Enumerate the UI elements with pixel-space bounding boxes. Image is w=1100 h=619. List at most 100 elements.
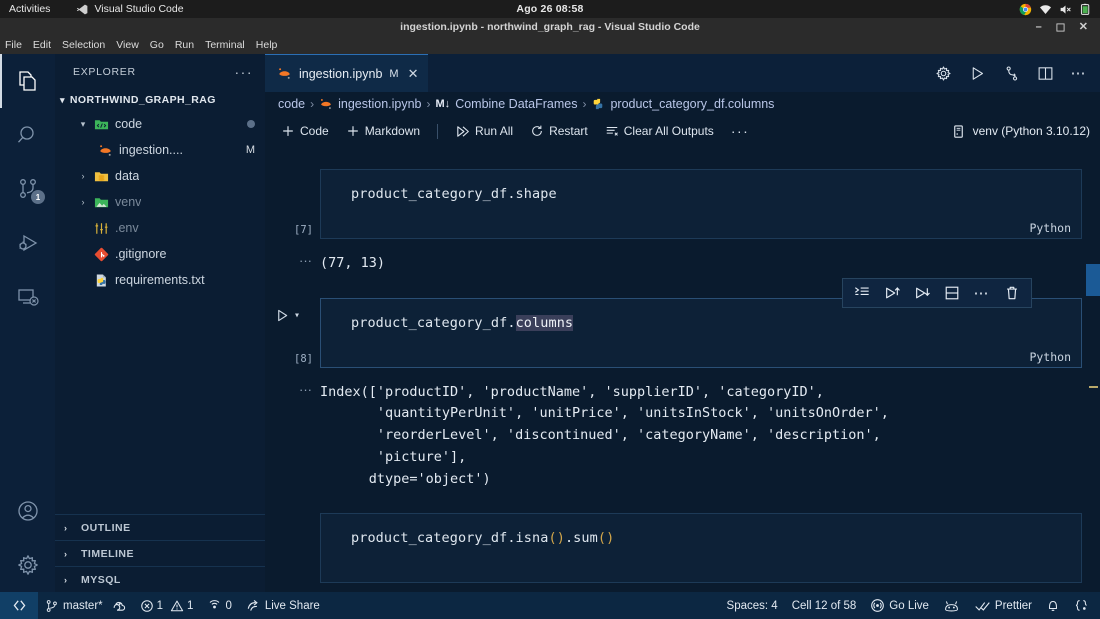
tree-item-requirements[interactable]: requirements.txt xyxy=(55,267,265,293)
activitybar-item-run-and-debug[interactable] xyxy=(0,216,55,270)
notebook-cell-next: product_category_df.isna().sum() xyxy=(265,513,1100,584)
search-icon xyxy=(17,126,34,143)
execute-above-icon[interactable] xyxy=(854,285,870,301)
activitybar-item-source-control[interactable]: 1 xyxy=(0,162,55,216)
cell-output-8: ··· Index(['productID', 'productName', '… xyxy=(265,382,1100,491)
maximize-button[interactable] xyxy=(1056,22,1065,32)
os-clock[interactable]: Ago 26 08:58 xyxy=(0,3,1100,15)
notebook-more-actions-icon[interactable]: ··· xyxy=(725,121,756,141)
menu-file[interactable]: File xyxy=(5,39,22,51)
tree-item-gitignore[interactable]: .gitignore xyxy=(55,241,265,267)
activitybar-item-search[interactable] xyxy=(0,108,55,162)
activitybar-item-manage[interactable] xyxy=(0,538,55,592)
cell-position-indicator[interactable]: Cell 12 of 58 xyxy=(785,592,864,619)
chevron-right-icon: › xyxy=(64,522,68,533)
problems-indicator[interactable]: 1 1 xyxy=(133,592,201,619)
activitybar-item-remote-explorer[interactable] xyxy=(0,270,55,324)
run-cell-button[interactable]: ▾ xyxy=(275,308,300,323)
run-cell-above-icon[interactable] xyxy=(884,285,900,301)
breadcrumb-item-section[interactable]: M↓ Combine DataFrames xyxy=(436,97,578,111)
chrome-icon[interactable] xyxy=(1019,3,1032,16)
chevron-down-icon[interactable]: ▾ xyxy=(294,310,300,321)
menu-selection[interactable]: Selection xyxy=(62,39,105,51)
sync-icon xyxy=(113,601,125,611)
add-code-cell-button[interactable]: Code xyxy=(275,122,335,140)
tree-item-dotenv[interactable]: .env xyxy=(55,215,265,241)
cell-language-label[interactable]: Python xyxy=(1029,221,1071,235)
cell-editor[interactable]: product_category_df.shape Python xyxy=(320,169,1082,239)
wifi-icon[interactable] xyxy=(1039,3,1052,16)
explorer-root-folder[interactable]: ▾ NORTHWIND_GRAPH_RAG xyxy=(55,89,265,111)
close-button[interactable]: ✕ xyxy=(1079,21,1088,33)
activitybar-item-accounts[interactable] xyxy=(0,484,55,538)
sync-button[interactable] xyxy=(110,592,133,619)
volume-muted-icon[interactable] xyxy=(1059,3,1072,16)
split-cell-icon[interactable] xyxy=(944,285,960,301)
go-live-label: Go Live xyxy=(889,599,929,612)
accounts-status[interactable] xyxy=(936,592,967,619)
minimap-viewport-slider[interactable] xyxy=(1086,264,1100,296)
check-check-icon xyxy=(975,601,990,611)
menu-help[interactable]: Help xyxy=(256,39,278,51)
tab-ingestion-ipynb[interactable]: ingestion.ipynb M ✕ xyxy=(265,54,429,92)
chevron-right-icon: › xyxy=(64,548,68,559)
ports-count: 0 xyxy=(225,599,232,612)
run-icon[interactable] xyxy=(969,65,986,82)
menu-run[interactable]: Run xyxy=(175,39,194,51)
sidebar-more-actions-icon[interactable]: ··· xyxy=(235,64,254,80)
battery-icon[interactable] xyxy=(1079,3,1092,16)
cell-language-label[interactable]: Python xyxy=(1029,350,1071,364)
more-actions-icon[interactable]: ⋯ xyxy=(974,284,991,302)
tree-item-label: .env xyxy=(115,221,139,235)
cell-code-prefix: product_category_df.isna xyxy=(351,530,549,547)
breadcrumb-item-file[interactable]: ingestion.ipynb xyxy=(319,97,422,111)
sidebar-panel-timeline[interactable]: › TIMELINE xyxy=(55,540,265,566)
sidebar-panel-outline[interactable]: › OUTLINE xyxy=(55,514,265,540)
live-share-button[interactable]: Live Share xyxy=(239,592,327,619)
output-collapse-icon[interactable]: ··· xyxy=(265,382,320,491)
add-markdown-cell-button[interactable]: Markdown xyxy=(340,122,426,140)
breadcrumb-item-symbol[interactable]: product_category_df.columns xyxy=(591,97,774,111)
run-all-button[interactable]: Run All xyxy=(449,122,519,141)
restart-kernel-button[interactable]: Restart xyxy=(524,122,594,140)
sidebar-panel-mysql[interactable]: › MYSQL xyxy=(55,566,265,592)
tree-item-code[interactable]: ▾ code xyxy=(55,111,265,137)
indentation-indicator[interactable]: Spaces: 4 xyxy=(720,592,785,619)
os-tray xyxy=(1019,0,1092,18)
panel-label: TIMELINE xyxy=(81,547,134,560)
kernel-selector[interactable]: venv (Python 3.10.12) xyxy=(951,124,1100,139)
cell-editor-active[interactable]: product_category_df.columns Python xyxy=(320,297,1082,368)
source-control-icon[interactable] xyxy=(1003,65,1020,82)
go-live-button[interactable]: Go Live xyxy=(863,592,936,619)
panel-label: OUTLINE xyxy=(81,521,131,534)
json-status[interactable] xyxy=(1067,592,1095,619)
menu-view[interactable]: View xyxy=(116,39,139,51)
output-collapse-icon[interactable]: ··· xyxy=(265,253,320,275)
menu-go[interactable]: Go xyxy=(150,39,164,51)
tab-close-icon[interactable]: ✕ xyxy=(408,66,419,82)
activitybar-item-explorer[interactable] xyxy=(0,54,55,108)
minimize-button[interactable]: – xyxy=(1036,21,1042,33)
breadcrumb-item-code[interactable]: code xyxy=(278,97,305,111)
gear-icon[interactable] xyxy=(935,65,952,82)
menu-terminal[interactable]: Terminal xyxy=(205,39,245,51)
editor-minimap-scrollbar[interactable] xyxy=(1086,238,1100,592)
restart-icon xyxy=(532,125,542,136)
notifications-bell[interactable] xyxy=(1039,592,1067,619)
tree-item-venv[interactable]: › venv xyxy=(55,189,265,215)
tree-item-ingestion-ipynb[interactable]: ingestion.... M xyxy=(55,137,265,163)
ellipsis-icon[interactable]: ⋯ xyxy=(1071,64,1088,82)
run-cell-below-icon[interactable] xyxy=(914,285,930,301)
cell-editor[interactable]: product_category_df.isna().sum() xyxy=(320,513,1082,584)
activitybar-item-more-views[interactable] xyxy=(0,324,55,378)
jupyter-icon xyxy=(319,97,333,111)
branch-indicator[interactable]: master* xyxy=(38,592,110,619)
split-editor-icon[interactable] xyxy=(1037,65,1054,82)
menu-edit[interactable]: Edit xyxy=(33,39,51,51)
clear-all-outputs-button[interactable]: Clear All Outputs xyxy=(599,122,720,140)
prettier-status[interactable]: Prettier xyxy=(967,592,1039,619)
delete-cell-icon[interactable] xyxy=(1004,285,1020,301)
ports-indicator[interactable]: 0 xyxy=(200,592,238,619)
remote-window-button[interactable] xyxy=(0,592,38,619)
tree-item-data[interactable]: › data xyxy=(55,163,265,189)
